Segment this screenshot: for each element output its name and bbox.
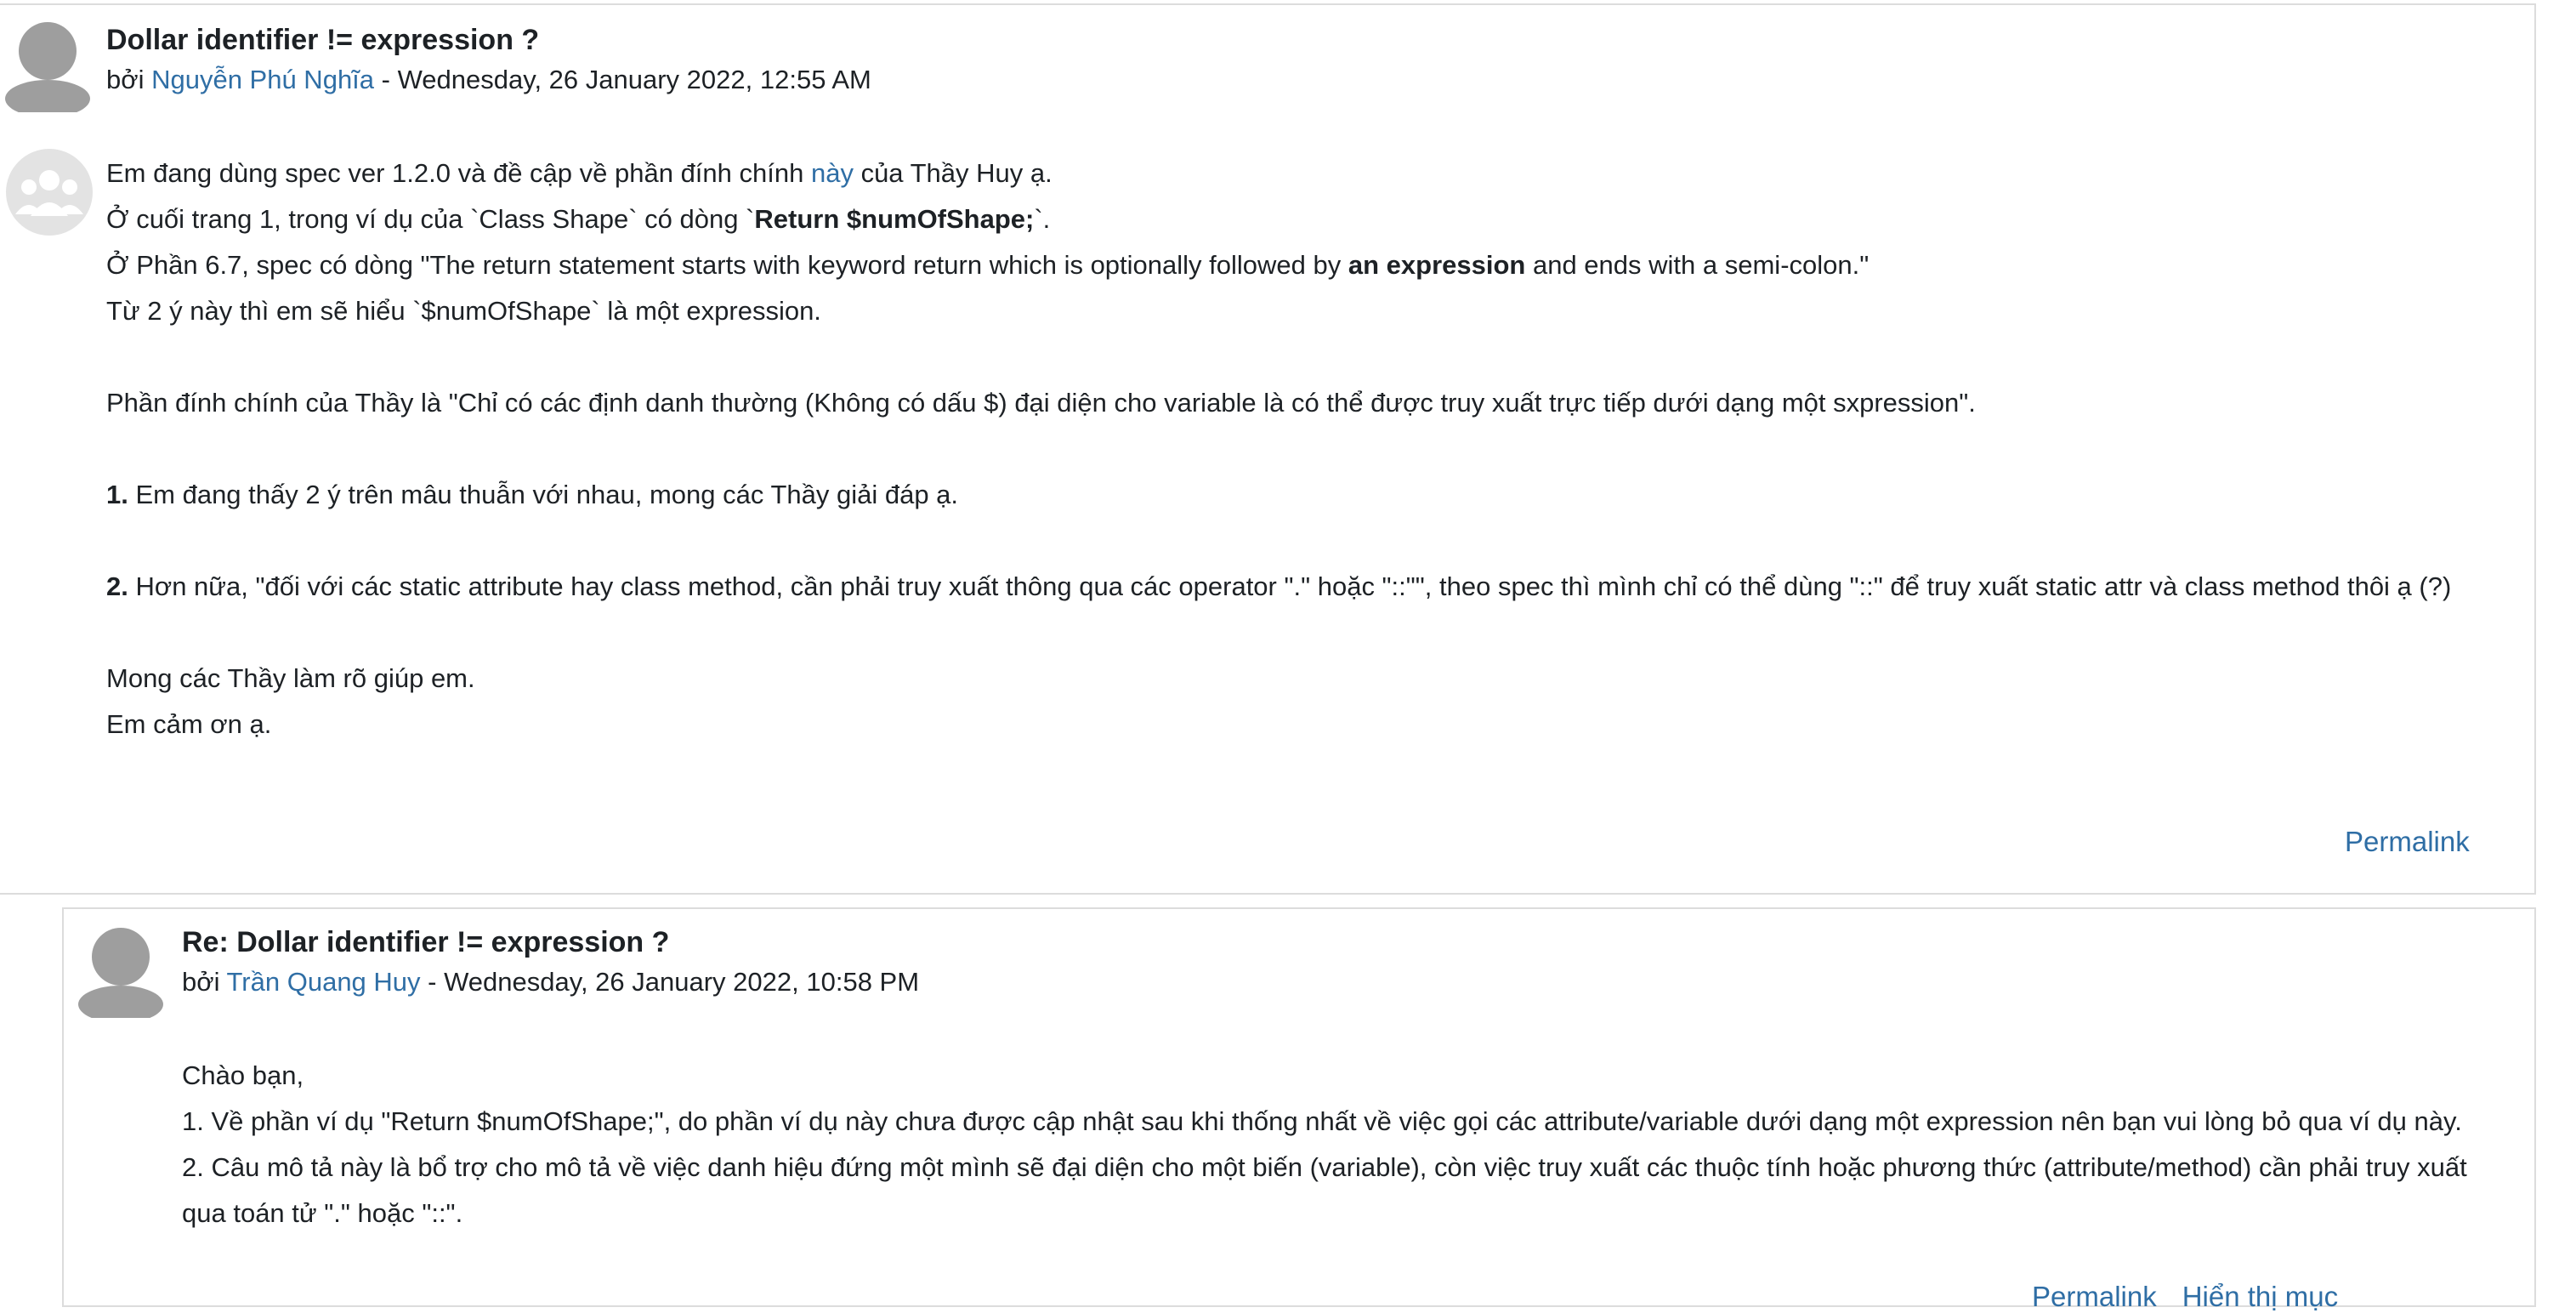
content-line: Em đang dùng spec ver 1.2.0 và đề cập về… [106, 158, 1053, 188]
post-subject: Dollar identifier != expression ? [106, 24, 540, 56]
group-avatar-icon [6, 149, 93, 236]
numbered-item: 2. Hơn nữa, "đối với các static attribut… [106, 571, 2452, 601]
author-avatar-icon[interactable] [5, 20, 90, 112]
content-line: Ở Phần 6.7, spec có dòng "The return sta… [106, 250, 1870, 280]
content-line: Mong các Thầy làm rõ giúp em. [106, 663, 475, 693]
by-label: bởi [182, 967, 227, 997]
permalink-link[interactable]: Permalink [2345, 826, 2470, 858]
post-actions: Permalink Hiển thị mục [2032, 1281, 2338, 1313]
content-line: Phần đính chính của Thầy là "Chỉ có các … [106, 388, 1976, 418]
content-line: Từ 2 ý này thì em sẽ hiểu `$numOfShape` … [106, 296, 821, 326]
content-line: Ở cuối trang 1, trong ví dụ của `Class S… [106, 204, 1051, 234]
content-line: Chào bạn, [182, 1060, 304, 1090]
content-line: 2. Câu mô tả này là bổ trợ cho mô tả về … [182, 1152, 2467, 1182]
author-link[interactable]: Trần Quang Huy [227, 967, 421, 997]
post-content: Chào bạn, 1. Về phần ví dụ "Return $numO… [182, 1053, 2467, 1236]
forum-post-original: Dollar identifier != expression ? bởi Ng… [0, 3, 2536, 895]
date-separator: - [374, 65, 398, 94]
date-separator: - [420, 967, 445, 997]
by-label: bởi [106, 65, 152, 94]
post-subject: Re: Dollar identifier != expression ? [182, 926, 670, 958]
post-content: Em đang dùng spec ver 1.2.0 và đề cập về… [106, 151, 2451, 747]
numbered-item: 1. Em đang thấy 2 ý trên mâu thuẫn với n… [106, 480, 959, 509]
content-line: 1. Về phần ví dụ "Return $numOfShape;", … [182, 1106, 2462, 1136]
author-link[interactable]: Nguyễn Phú Nghĩa [151, 65, 374, 94]
permalink-link[interactable]: Permalink [2032, 1281, 2157, 1312]
show-parent-link[interactable]: Hiển thị mục [2182, 1281, 2338, 1312]
inline-link[interactable]: này [811, 158, 854, 188]
post-date: Wednesday, 26 January 2022, 10:58 PM [444, 967, 920, 997]
post-byline: bởi Trần Quang Huy - Wednesday, 26 Janua… [182, 967, 919, 998]
forum-post-reply: Re: Dollar identifier != expression ? bở… [62, 907, 2536, 1312]
post-byline: bởi Nguyễn Phú Nghĩa - Wednesday, 26 Jan… [106, 65, 871, 95]
author-avatar-icon[interactable] [78, 926, 163, 1018]
post-date: Wednesday, 26 January 2022, 12:55 AM [397, 65, 871, 94]
content-line: qua toán tử "." hoặc "::". [182, 1198, 463, 1228]
content-line: Em cảm ơn ạ. [106, 709, 272, 739]
